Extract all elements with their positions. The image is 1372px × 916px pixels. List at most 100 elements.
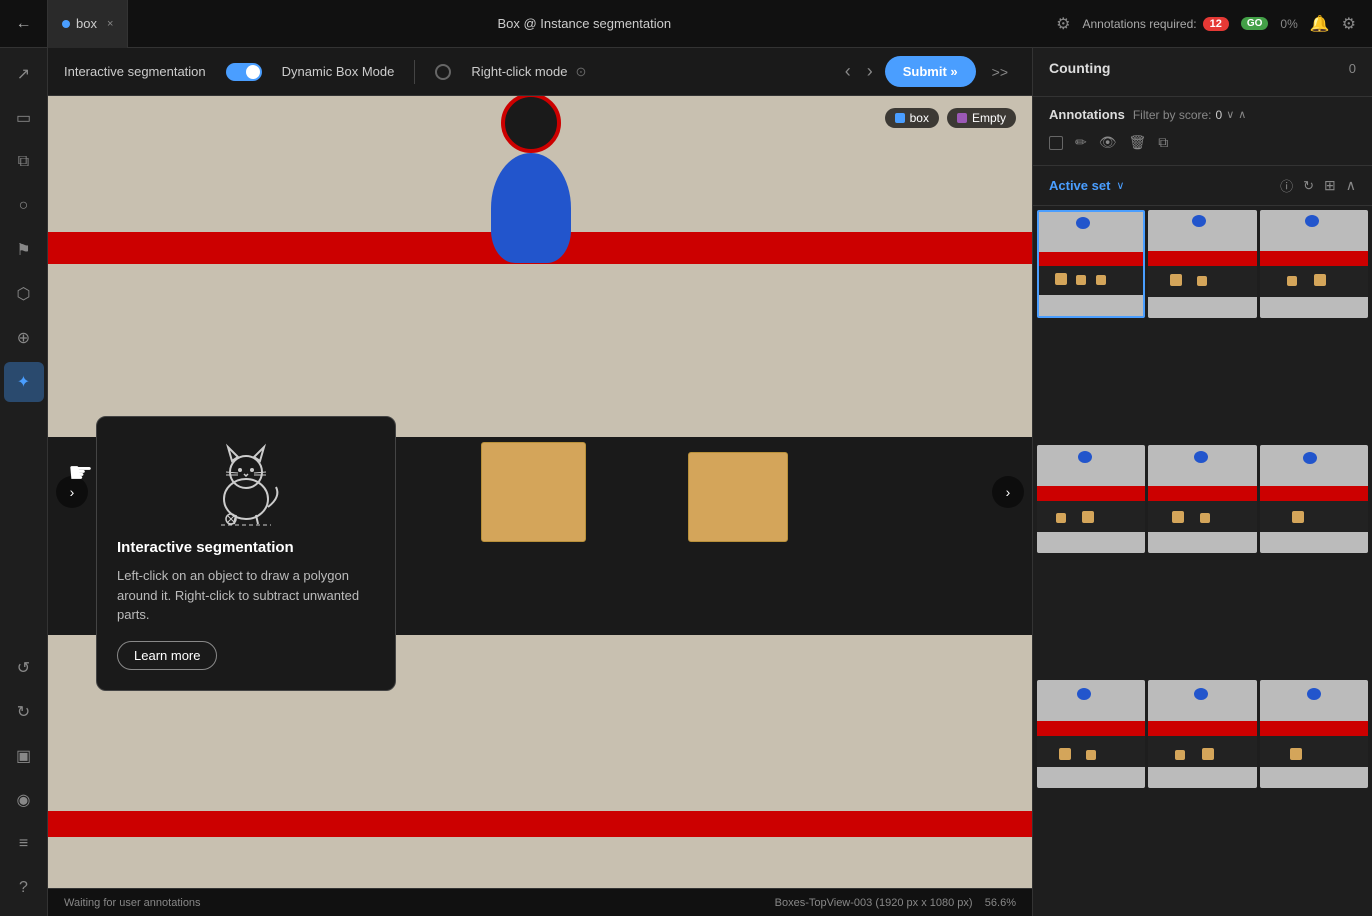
learn-more-label: Learn more bbox=[134, 648, 200, 663]
tool-film[interactable]: ▣ bbox=[4, 736, 44, 776]
thumb-img-4 bbox=[1037, 445, 1145, 553]
grid-icon[interactable]: ⊞ bbox=[1324, 177, 1336, 194]
thumbnail-9[interactable] bbox=[1260, 680, 1368, 788]
filename-label: Boxes-TopView-003 (1920 px x 1080 px) bbox=[775, 897, 973, 909]
tool-copy[interactable]: ⧉ bbox=[4, 142, 44, 182]
thumbnail-2[interactable] bbox=[1148, 210, 1256, 318]
filter-value: 0 bbox=[1216, 108, 1223, 122]
filter-score: Filter by score: 0 ∨ ∧ bbox=[1133, 108, 1247, 122]
sub-toolbar-right: ‹ › Submit » >> bbox=[841, 56, 1016, 87]
box-item-3 bbox=[688, 452, 788, 542]
score-chevron-down[interactable]: ∨ bbox=[1226, 108, 1234, 121]
tool-redo[interactable]: ↻ bbox=[4, 692, 44, 732]
canvas-area[interactable]: box Empty › › bbox=[48, 96, 1032, 888]
settings-icon[interactable]: ⚙ bbox=[1342, 14, 1356, 34]
thumbnail-5[interactable] bbox=[1148, 445, 1256, 553]
annotations-header: Annotations Filter by score: 0 ∨ ∧ bbox=[1049, 107, 1356, 122]
interactive-seg-label: Interactive segmentation bbox=[64, 64, 206, 79]
tool-magic[interactable]: ✦ bbox=[4, 362, 44, 402]
thumbnail-3[interactable] bbox=[1260, 210, 1368, 318]
submit-button[interactable]: Submit » bbox=[885, 56, 976, 87]
thumbnail-6[interactable] bbox=[1260, 445, 1368, 553]
thumbnail-8[interactable] bbox=[1148, 680, 1256, 788]
dynamic-box-toggle[interactable] bbox=[226, 63, 262, 81]
right-panel: Counting 0 Annotations Filter by score: … bbox=[1032, 48, 1372, 916]
submit-label: Submit » bbox=[903, 64, 958, 79]
thumb-img-7 bbox=[1037, 680, 1145, 788]
collapse-panel-button[interactable]: >> bbox=[984, 60, 1016, 84]
annotations-section: Annotations Filter by score: 0 ∨ ∧ ✏ 👁 🗑… bbox=[1033, 97, 1372, 166]
right-click-radio[interactable] bbox=[435, 64, 451, 80]
image-top-section bbox=[48, 96, 1032, 437]
tool-eye[interactable]: ◉ bbox=[4, 780, 44, 820]
thumbnail-1[interactable] bbox=[1037, 210, 1145, 318]
active-set-chevron[interactable]: ∨ bbox=[1116, 179, 1124, 192]
waiting-text: Waiting for user annotations bbox=[64, 897, 201, 909]
right-click-text: Right-click mode bbox=[471, 64, 567, 79]
select-all-checkbox[interactable] bbox=[1049, 136, 1063, 150]
back-button[interactable]: ← bbox=[0, 0, 48, 48]
content-area: Interactive segmentation Dynamic Box Mod… bbox=[48, 48, 1032, 916]
tool-polygon[interactable]: ⬡ bbox=[4, 274, 44, 314]
status-right: Boxes-TopView-003 (1920 px x 1080 px) 56… bbox=[775, 897, 1016, 909]
visibility-tool-icon[interactable]: 👁 bbox=[1099, 134, 1117, 151]
tooltip-title: Interactive segmentation bbox=[117, 539, 375, 556]
collapse-icon[interactable]: ∧ bbox=[1346, 177, 1356, 194]
dynamic-box-text: Dynamic Box Mode bbox=[282, 64, 395, 79]
status-bar: Waiting for user annotations Boxes-TopVi… bbox=[48, 888, 1032, 916]
camera-icon[interactable]: ⚙ bbox=[1056, 14, 1070, 34]
delete-tool-icon[interactable]: 🗑 bbox=[1129, 134, 1147, 151]
zoom-label: 56.6% bbox=[985, 897, 1016, 909]
tooltip-popup: Interactive segmentation Left-click on a… bbox=[96, 416, 396, 691]
legend-box: box bbox=[885, 108, 939, 128]
edit-tool-icon[interactable]: ✏ bbox=[1075, 134, 1087, 151]
box-color-dot bbox=[895, 113, 905, 123]
interactive-seg-toggle[interactable]: Interactive segmentation bbox=[64, 64, 206, 79]
tool-tag[interactable]: ⊕ bbox=[4, 318, 44, 358]
active-set-actions: ⓘ ↻ ⊞ ∧ bbox=[1280, 176, 1356, 195]
thumb-img-3 bbox=[1260, 210, 1368, 318]
counting-section: Counting 0 bbox=[1033, 48, 1372, 97]
tool-help[interactable]: ? bbox=[4, 868, 44, 908]
tab-label: box bbox=[76, 16, 97, 31]
main-body: ↗ ▭ ⧉ ○ ⚑ ⬡ ⊕ ✦ ↺ ↻ ▣ ◉ ≡ ? Interactive … bbox=[0, 48, 1372, 916]
thumb-img-5 bbox=[1148, 445, 1256, 553]
counting-value: 0 bbox=[1349, 61, 1356, 76]
dynamic-box-label: Dynamic Box Mode bbox=[282, 64, 395, 79]
thumb-img-9 bbox=[1260, 680, 1368, 788]
canvas-prev-button[interactable]: › bbox=[56, 476, 88, 508]
tab-box[interactable]: box × bbox=[48, 0, 128, 48]
tool-lines[interactable]: ≡ bbox=[4, 824, 44, 864]
active-set-label[interactable]: Active set bbox=[1049, 178, 1110, 193]
tab-close-button[interactable]: × bbox=[107, 18, 113, 30]
thumbnail-4[interactable] bbox=[1037, 445, 1145, 553]
tool-circle[interactable]: ○ bbox=[4, 186, 44, 226]
empty-color-dot bbox=[957, 113, 967, 123]
prev-arrow[interactable]: ‹ bbox=[841, 57, 855, 86]
next-arrow[interactable]: › bbox=[863, 57, 877, 86]
tool-rect[interactable]: ▭ bbox=[4, 98, 44, 138]
duplicate-tool-icon[interactable]: ⧉ bbox=[1158, 134, 1168, 151]
sub-toolbar: Interactive segmentation Dynamic Box Mod… bbox=[48, 48, 1032, 96]
info-icon[interactable]: ⓘ bbox=[1280, 176, 1293, 195]
tool-flag[interactable]: ⚑ bbox=[4, 230, 44, 270]
legend-box-label: box bbox=[910, 111, 929, 125]
tab-indicator bbox=[62, 20, 70, 28]
learn-more-button[interactable]: Learn more bbox=[117, 641, 217, 670]
tool-arrow[interactable]: ↗ bbox=[4, 54, 44, 94]
person-figure bbox=[461, 113, 601, 293]
canvas-next-button[interactable]: › bbox=[992, 476, 1024, 508]
thumb-img-6 bbox=[1260, 445, 1368, 553]
thumbnail-grid[interactable] bbox=[1033, 206, 1372, 916]
thumb-img-8 bbox=[1148, 680, 1256, 788]
legend-empty: Empty bbox=[947, 108, 1016, 128]
right-click-label: Right-click mode ⊙ bbox=[471, 64, 586, 80]
left-toolbar: ↗ ▭ ⧉ ○ ⚑ ⬡ ⊕ ✦ ↺ ↻ ▣ ◉ ≡ ? bbox=[0, 48, 48, 916]
thumbnail-7[interactable] bbox=[1037, 680, 1145, 788]
red-stripe-bottom bbox=[48, 811, 1032, 837]
tool-undo[interactable]: ↺ bbox=[4, 648, 44, 688]
score-chevron-up[interactable]: ∧ bbox=[1238, 108, 1246, 121]
refresh-icon[interactable]: ↻ bbox=[1303, 178, 1314, 194]
person-body bbox=[491, 153, 571, 263]
bell-icon[interactable]: 🔔 bbox=[1310, 14, 1330, 34]
